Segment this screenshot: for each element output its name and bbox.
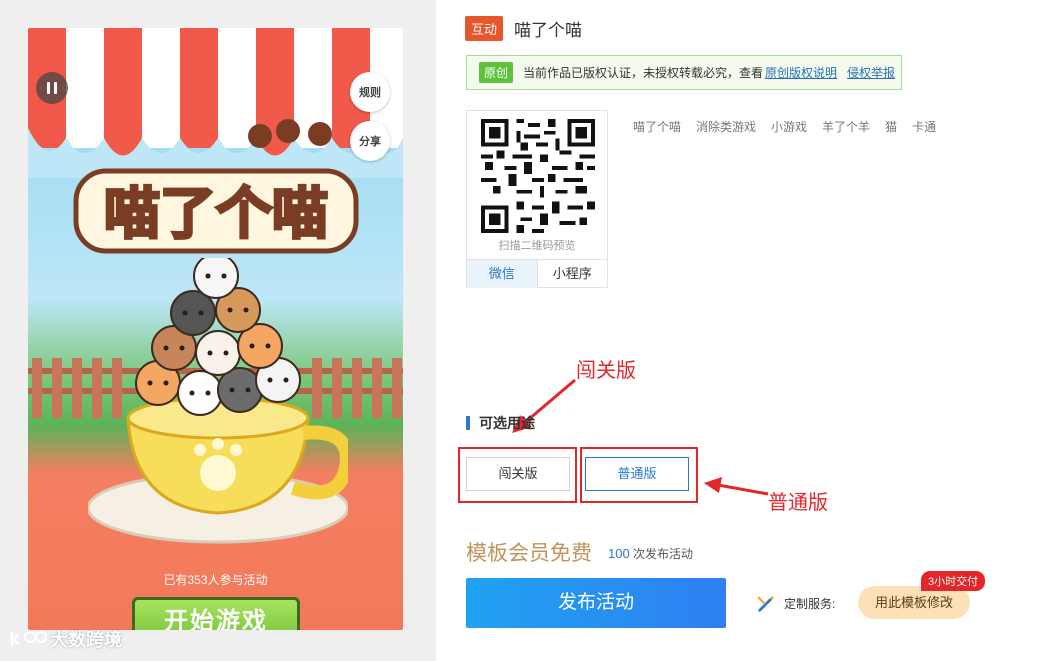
tag-item[interactable]: 小游戏 <box>771 118 807 135</box>
product-title: 喵了个喵 <box>514 21 582 40</box>
participants-count: 已有353人参与活动 <box>163 573 268 587</box>
annotation-normal-label: 普通版 <box>768 492 828 514</box>
pen-ruler-icon <box>757 596 774 612</box>
watermark: 大数跨境 <box>8 626 122 652</box>
custom-service-label: 定制服务: <box>784 596 836 611</box>
member-free-label: 模板会员免费 <box>466 542 592 565</box>
qr-tabs: 微信 小程序 <box>467 259 607 288</box>
cats-in-cup-illustration <box>88 258 348 544</box>
pause-icon <box>47 82 50 94</box>
tag-item[interactable]: 喵了个喵 <box>633 118 681 135</box>
tab-wechat[interactable]: 微信 <box>467 260 537 288</box>
preview-panel: 喵了个喵 规则 分享 已有353人参与活动 开始游戏 <box>0 0 436 661</box>
annotation-box-level <box>458 447 577 503</box>
game-title-logo: 喵了个喵 <box>73 168 359 254</box>
watermark-text: 大数跨境 <box>50 630 122 650</box>
tag-item[interactable]: 羊了个羊 <box>822 118 870 135</box>
publish-activity-button[interactable]: 发布活动 <box>466 578 726 628</box>
game-preview: 喵了个喵 规则 分享 已有353人参与活动 开始游戏 <box>28 28 403 630</box>
delivery-badge: 3小时交付 <box>921 571 986 591</box>
tag-list: 喵了个喵 消除类游戏 小游戏 羊了个羊 猫 卡通 <box>633 118 951 135</box>
scan-hint: 扫描二维码预览 <box>498 240 576 252</box>
notice-text: 当前作品已版权认证，未授权转载必究，查看 <box>523 66 764 80</box>
annotation-arrow-normal <box>704 477 769 496</box>
watermark-logo-icon <box>10 631 47 646</box>
game-title-text: 喵了个喵 <box>104 182 328 247</box>
qr-preview-box: 扫描二维码预览 微信 小程序 <box>466 110 608 288</box>
copyright-notice: 原创 当前作品已版权认证，未授权转载必究，查看 原创版权说明 侵权举报 <box>466 55 902 90</box>
original-tag: 原创 <box>479 62 514 83</box>
interactive-badge: 互动 <box>465 16 504 41</box>
version-section-title: 可选用途 <box>466 416 535 430</box>
annotation-box-normal <box>580 447 698 503</box>
rules-button[interactable]: 规则 <box>350 72 390 112</box>
qr-code <box>481 119 595 233</box>
pause-button[interactable] <box>36 72 68 104</box>
tag-item[interactable]: 消除类游戏 <box>696 118 756 135</box>
copyright-link[interactable]: 原创版权说明 <box>765 64 837 81</box>
tag-item[interactable]: 猫 <box>885 118 897 135</box>
share-button[interactable]: 分享 <box>350 121 390 161</box>
tab-mini-program[interactable]: 小程序 <box>536 260 608 288</box>
publish-count-number: 100 <box>608 546 630 561</box>
publish-count-suffix: 次发布活动 <box>633 547 694 561</box>
start-game-button[interactable]: 开始游戏 <box>132 597 300 630</box>
tag-item[interactable]: 卡通 <box>912 118 936 135</box>
publish-count: 100 次发布活动 <box>608 545 693 562</box>
annotation-level-label: 闯关版 <box>576 360 636 382</box>
report-link[interactable]: 侵权举报 <box>847 64 895 81</box>
custom-service: 定制服务: <box>756 594 835 612</box>
